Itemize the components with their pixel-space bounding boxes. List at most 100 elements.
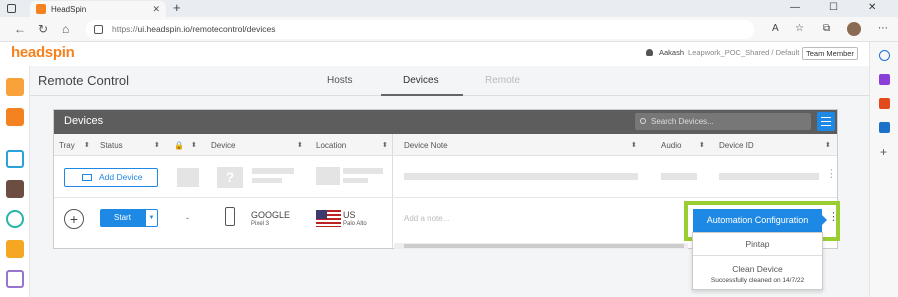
search-placeholder: Search Devices... (651, 117, 714, 126)
menu-divider (693, 255, 822, 256)
col-location[interactable]: Location (316, 141, 346, 150)
col-device[interactable]: Device (211, 141, 235, 150)
headspin-logo[interactable]: headspin (11, 44, 75, 61)
tab-devices[interactable]: Devices (403, 75, 439, 86)
placeholder-flag (316, 167, 340, 185)
window-icon[interactable] (7, 4, 16, 13)
profile-avatar[interactable] (847, 22, 861, 36)
devices-panel-title: Devices (64, 115, 104, 127)
start-button[interactable]: Start (100, 209, 145, 227)
pintap-app-icon[interactable] (6, 210, 24, 228)
row-menu-icon[interactable]: ⋮ (826, 169, 837, 180)
monitor-app-icon[interactable] (6, 240, 24, 258)
lock-column-icon[interactable]: 🔒 (174, 141, 184, 150)
col-tray[interactable]: Tray (59, 141, 75, 150)
page-title: Remote Control (38, 73, 130, 88)
collections-icon[interactable]: ⧉ (823, 23, 830, 34)
new-tab-icon[interactable]: + (173, 0, 181, 15)
unknown-device-icon: ? (217, 167, 243, 188)
table-header: Tray ⬍ Status ⬍ 🔒 ⬍ Device ⬍ Location ⬍ … (54, 134, 837, 156)
page-subheader: Remote Control Hosts Devices Remote (30, 66, 869, 96)
placeholder-device-name (252, 168, 294, 174)
col-device-note[interactable]: Device Note (404, 141, 448, 150)
user-icon (646, 49, 653, 56)
search-icon (640, 118, 646, 124)
home-icon[interactable]: ⌂ (62, 22, 69, 36)
sort-lock-icon[interactable]: ⬍ (191, 141, 197, 149)
sort-status-icon[interactable]: ⬍ (154, 141, 160, 149)
office-icon[interactable] (879, 98, 890, 109)
add-device-button[interactable]: Add Device (64, 168, 158, 187)
automation-configuration-button[interactable]: Automation Configuration (693, 209, 822, 232)
device-model: Pixel 3 (251, 221, 270, 227)
clean-device-status: Successfully cleaned on 14/7/22 (710, 277, 805, 284)
reload-icon[interactable]: ↻ (38, 22, 48, 36)
favorite-add-icon[interactable]: ☆ (795, 23, 804, 34)
menu-item-pintap[interactable]: Pintap (693, 239, 822, 249)
device-add-icon (82, 174, 92, 181)
address-toolbar: ← ↻ ⌂ https://ui.headspin.io/remotecontr… (0, 17, 898, 42)
minimize-icon[interactable]: — (790, 2, 800, 13)
tab-hosts[interactable]: Hosts (327, 75, 353, 86)
close-tab-icon[interactable]: ✕ (152, 4, 160, 15)
us-flag-icon (316, 210, 341, 227)
browser-tab[interactable]: HeadSpin ✕ (30, 1, 166, 17)
add-sidebar-icon[interactable]: + (880, 146, 891, 158)
search-icon[interactable] (879, 50, 890, 61)
browser-titlebar: HeadSpin ✕ + — ☐ ✕ (0, 0, 898, 17)
devices-panel-header: Devices Search Devices... (54, 110, 837, 134)
url-scheme: https:// (112, 24, 138, 34)
col-status[interactable]: Status (100, 141, 123, 150)
start-dropdown-button[interactable]: ▼ (145, 209, 158, 227)
home-app-icon[interactable] (6, 150, 24, 168)
device-row-menu-icon[interactable]: ⋮ (828, 212, 839, 223)
sort-device-id-icon[interactable]: ⬍ (825, 141, 831, 149)
filter-settings-button[interactable] (817, 112, 835, 131)
add-to-tray-button[interactable]: + (64, 209, 84, 229)
docs-app-icon[interactable] (6, 270, 24, 288)
url-text: ui.headspin.io/remotecontrol/devices (137, 24, 276, 34)
close-window-icon[interactable]: ✕ (868, 2, 876, 13)
read-aloud-icon[interactable]: A (772, 23, 779, 34)
placeholder-location (343, 168, 383, 174)
remote-app-icon[interactable] (6, 180, 24, 198)
col-audio[interactable]: Audio (661, 141, 681, 150)
device-note-input[interactable]: Add a note... (404, 214, 449, 223)
col-device-id[interactable]: Device ID (719, 141, 754, 150)
user-info[interactable]: Aakash Leapwork_POC_Shared / Default (646, 48, 799, 57)
add-device-row: Add Device ? ⋮ (54, 156, 837, 198)
workspace-label: Leapwork_POC_Shared / Default (688, 48, 800, 57)
app-header: headspin Aakash Leapwork_POC_Shared / De… (0, 42, 869, 66)
team-icon[interactable] (6, 78, 24, 96)
menu-arrow-icon (822, 215, 827, 225)
sort-location-icon[interactable]: ⬍ (382, 141, 388, 149)
url-bar[interactable]: https://ui.headspin.io/remotecontrol/dev… (86, 20, 754, 39)
location-country: US (343, 210, 356, 220)
horizontal-scrollbar[interactable] (394, 243, 688, 249)
maximize-icon[interactable]: ☐ (829, 2, 838, 13)
team-member-button[interactable]: Team Member (802, 47, 858, 60)
active-tab-underline (381, 94, 463, 96)
lock-value: - (186, 213, 189, 223)
search-devices-input[interactable]: Search Devices... (635, 113, 811, 130)
sort-note-icon[interactable]: ⬍ (631, 141, 637, 149)
sort-tray-icon[interactable]: ⬍ (84, 141, 90, 149)
headspin-favicon-icon (36, 4, 46, 14)
edge-sidebar: + (869, 42, 898, 297)
add-device-label: Add Device (99, 172, 143, 182)
placeholder-lock (177, 168, 199, 187)
placeholder-city (343, 178, 368, 183)
user-name: Aakash (659, 48, 685, 57)
menu-item-clean-device[interactable]: Clean Device (693, 264, 822, 274)
sort-device-icon[interactable]: ⬍ (297, 141, 303, 149)
tab-remote[interactable]: Remote (485, 75, 520, 86)
analytics-icon[interactable] (6, 108, 24, 126)
placeholder-device-id (719, 173, 819, 180)
tab-title: HeadSpin (51, 4, 87, 14)
copilot-icon[interactable] (879, 74, 890, 85)
more-icon[interactable]: ⋯ (878, 23, 888, 34)
sort-audio-icon[interactable]: ⬍ (699, 141, 705, 149)
outlook-icon[interactable] (879, 122, 890, 133)
app-left-nav (0, 66, 30, 297)
back-icon[interactable]: ← (14, 22, 26, 36)
